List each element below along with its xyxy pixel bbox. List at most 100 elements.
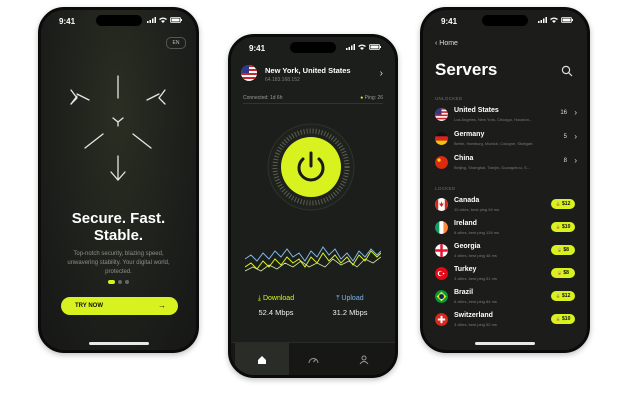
server-cities: Beijing, Shanghai, Tianjin, Guangzhou, S…: [454, 165, 531, 170]
shield-logo-icon: [70, 75, 166, 181]
upload-value: 31.2 Mbps: [332, 308, 368, 317]
server-country-name: United States: [454, 107, 499, 114]
tab-home[interactable]: [235, 343, 289, 375]
servers-phone: 9:41 ‹ Home Servers UNLOCKED LOCKED Unit…: [420, 7, 590, 353]
connection-phone: 9:41 New York, United States 64.183.168.…: [228, 34, 398, 378]
server-cities: Berlin, Hamburg, Munich, Cologne, Stuttg…: [454, 141, 533, 146]
download-stat: ⤓ Download 52.4 Mbps: [241, 295, 311, 317]
connected-duration: Connected: 1d 6h: [243, 95, 283, 101]
server-country-name: Turkey: [454, 266, 477, 273]
tr-flag-icon: [435, 267, 448, 280]
tab-speedtest[interactable]: [286, 343, 340, 375]
server-count: 8: [563, 158, 567, 164]
server-cities: 6 cities, best ping 126 ms: [454, 230, 500, 235]
price-value: $8: [562, 247, 569, 253]
tab-profile[interactable]: [337, 343, 391, 375]
server-country-name: Ireland: [454, 220, 477, 227]
server-cities: 4 cities, best ping 48 ms: [454, 253, 497, 258]
server-country-name: Switzerland: [454, 312, 493, 319]
try-now-button[interactable]: TRY NOW →: [61, 297, 178, 315]
unlock-price-button[interactable]: 🔒 $12: [551, 199, 575, 209]
wifi-icon: [358, 43, 366, 52]
ca-flag-icon: [435, 198, 448, 211]
unlock-price-button[interactable]: 🔒 $12: [551, 291, 575, 301]
server-country-name: Germany: [454, 131, 485, 138]
server-cities: 3 cities, best ping 51 ms: [454, 276, 497, 281]
wifi-icon: [159, 16, 167, 25]
location-selector[interactable]: New York, United States 64.183.168.152 ›: [241, 63, 385, 91]
speedometer-icon: [308, 357, 318, 363]
battery-icon: [561, 16, 573, 25]
server-cities: 3 cities, best ping 50 ms: [454, 322, 497, 327]
search-icon[interactable]: [561, 65, 573, 77]
back-button[interactable]: ‹ Home: [435, 40, 458, 47]
ch-flag-icon: [435, 313, 448, 326]
us-flag-icon: [241, 65, 257, 86]
status-icons: [538, 16, 573, 25]
arrow-right-icon: →: [158, 301, 166, 310]
divider: [243, 103, 383, 104]
server-row[interactable]: Switzerland 3 cities, best ping 50 ms 🔒 $1…: [435, 310, 577, 332]
server-row[interactable]: United States Los Angeles, New York, Chic…: [435, 105, 577, 127]
download-value: 52.4 Mbps: [258, 308, 294, 317]
wifi-icon: [550, 16, 558, 25]
server-country-name: Georgia: [454, 243, 481, 250]
power-button[interactable]: [267, 123, 355, 211]
de-flag-icon: [435, 132, 448, 145]
server-row[interactable]: Canada 10 cities, best ping 94 ms 🔒 $12: [435, 195, 577, 217]
page-indicator: [41, 280, 196, 284]
unlocked-section-label: UNLOCKED: [435, 96, 463, 101]
ping-label: Ping:: [364, 95, 377, 101]
server-count: 16: [560, 110, 567, 116]
server-row[interactable]: Georgia 4 cities, best ping 48 ms 🔒 $8: [435, 241, 577, 263]
ping-info: ● Ping: 26: [360, 95, 383, 101]
onboarding-phone: 9:41 EN Secure. Fast. Stable. Top-notch …: [38, 7, 199, 353]
speed-graph: [245, 246, 381, 272]
locked-section-label: LOCKED: [435, 186, 456, 191]
headline-line-2: Stable.: [93, 227, 144, 244]
status-bar: 9:41: [41, 10, 196, 32]
status-icons: [147, 16, 182, 25]
battery-icon: [170, 16, 182, 25]
status-time: 9:41: [441, 17, 458, 26]
price-value: $8: [562, 270, 569, 276]
page-dot-active[interactable]: [108, 280, 115, 284]
download-text: Download: [262, 295, 295, 302]
server-row[interactable]: Turkey 3 cities, best ping 51 ms 🔒 $8: [435, 264, 577, 286]
unlock-price-button[interactable]: 🔒 $10: [551, 314, 575, 324]
server-cities: 6 cities, best ping 84 ms: [454, 299, 497, 304]
try-now-label: TRY NOW: [75, 303, 103, 309]
price-value: $10: [560, 316, 571, 322]
hero-headline: Secure. Fast. Stable.: [41, 210, 196, 244]
server-country-name: Brazil: [454, 289, 474, 296]
server-row[interactable]: China Beijing, Shanghai, Tianjin, Guangzh…: [435, 153, 577, 175]
upload-label: ⤒ Upload: [315, 295, 385, 303]
hero-description: Top-notch security, blazing speed, unwav…: [55, 250, 182, 277]
chevron-right-icon: ›: [574, 132, 577, 141]
language-toggle[interactable]: EN: [166, 37, 186, 49]
connection-info: Connected: 1d 6h ● Ping: 26: [243, 95, 383, 101]
server-count: 5: [563, 134, 567, 140]
server-row[interactable]: Brazil 6 cities, best ping 84 ms 🔒 $12: [435, 287, 577, 309]
ge-flag-icon: [435, 244, 448, 257]
server-cities: 10 cities, best ping 94 ms: [454, 207, 500, 212]
description-line-2: unwavering stability. Your digital world…: [67, 260, 170, 266]
home-icon: [258, 355, 266, 364]
server-row[interactable]: Germany Berlin, Hamburg, Munich, Cologne,…: [435, 129, 577, 151]
page-title: Servers: [435, 60, 498, 79]
us-flag-icon: [435, 108, 448, 121]
unlock-price-button[interactable]: 🔒 $8: [551, 268, 575, 278]
server-cities: Los Angeles, New York, Chicago, Houston.…: [454, 117, 533, 122]
status-icons: [346, 43, 381, 52]
page-dot[interactable]: [118, 280, 122, 284]
price-value: $12: [560, 201, 571, 207]
unlock-price-button[interactable]: 🔒 $10: [551, 222, 575, 232]
location-name: New York, United States: [265, 66, 351, 75]
price-value: $10: [560, 224, 571, 230]
unlock-price-button[interactable]: 🔒 $8: [551, 245, 575, 255]
page-dot[interactable]: [125, 280, 129, 284]
status-bar: 9:41: [423, 10, 587, 32]
upload-stat: ⤒ Upload 31.2 Mbps: [315, 295, 385, 317]
profile-icon: [359, 355, 369, 364]
server-row[interactable]: Ireland 6 cities, best ping 126 ms 🔒 $10: [435, 218, 577, 240]
